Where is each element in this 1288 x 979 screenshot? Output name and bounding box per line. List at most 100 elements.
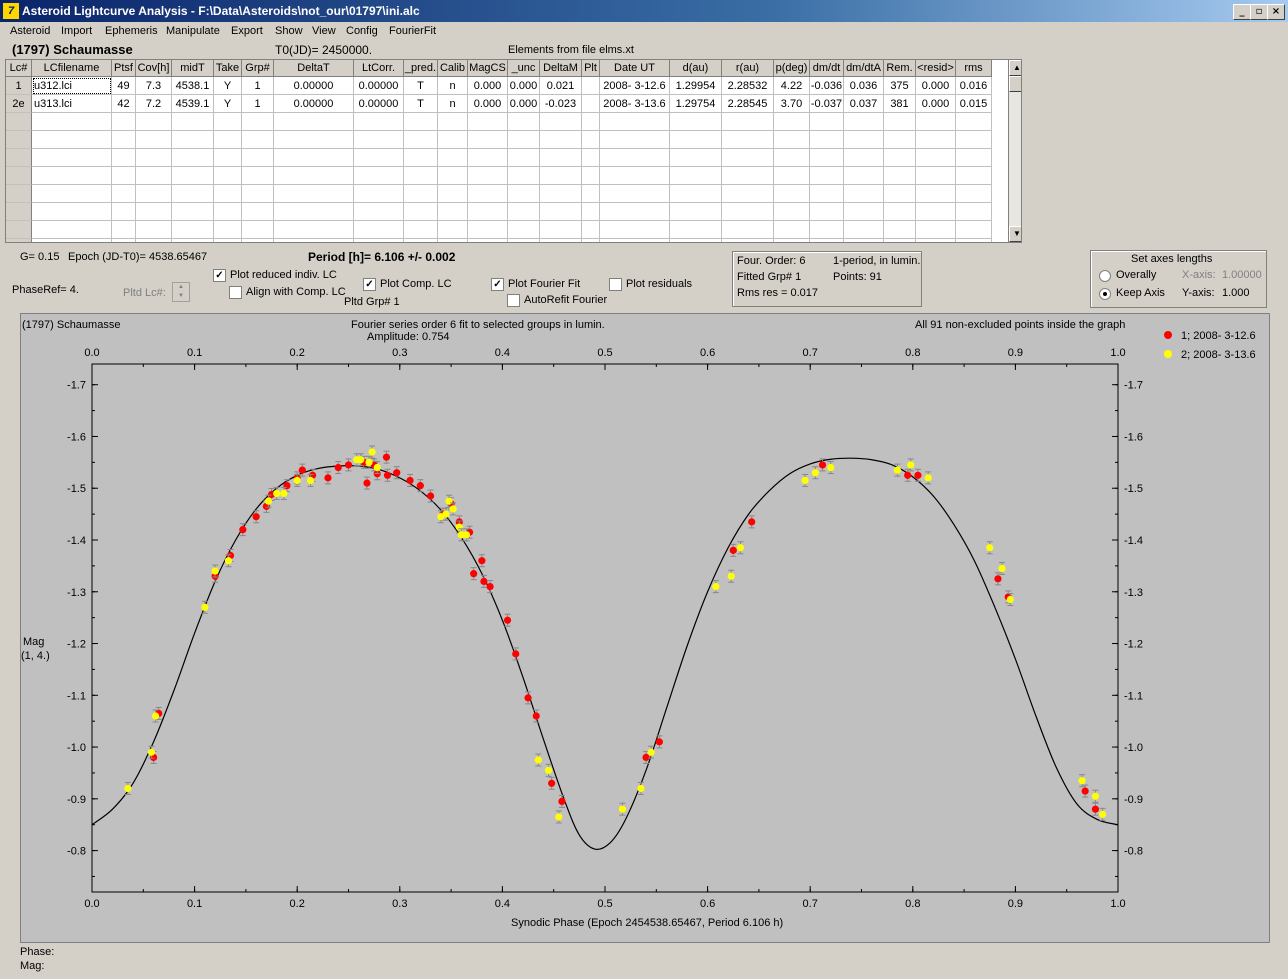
table-cell[interactable] bbox=[354, 203, 404, 221]
data-point-series-2[interactable] bbox=[273, 489, 281, 498]
table-cell[interactable] bbox=[136, 185, 172, 203]
table-cell[interactable] bbox=[582, 221, 600, 239]
col-header[interactable]: d(au) bbox=[670, 60, 722, 77]
table-cell[interactable] bbox=[136, 113, 172, 131]
table-cell[interactable] bbox=[884, 131, 916, 149]
data-point-series-1[interactable] bbox=[334, 463, 342, 472]
table-cell[interactable] bbox=[404, 203, 438, 221]
table-cell[interactable] bbox=[774, 221, 810, 239]
table-cell[interactable] bbox=[670, 239, 722, 242]
data-point-series-2[interactable] bbox=[368, 448, 376, 456]
data-point-series-1[interactable] bbox=[748, 518, 756, 526]
row-header[interactable]: 1 bbox=[6, 77, 32, 95]
table-cell[interactable] bbox=[32, 131, 112, 149]
table-cell[interactable] bbox=[884, 203, 916, 221]
data-point-series-1[interactable] bbox=[914, 471, 922, 479]
table-cell[interactable] bbox=[172, 131, 214, 149]
data-point-series-1[interactable] bbox=[363, 479, 371, 487]
menu-manipulate[interactable]: Manipulate bbox=[166, 25, 220, 37]
table-cell[interactable] bbox=[916, 167, 956, 185]
data-point-series-2[interactable] bbox=[293, 476, 301, 485]
table-cell[interactable]: 0.000 bbox=[916, 77, 956, 95]
data-point-series-2[interactable] bbox=[1078, 777, 1086, 785]
table-cell[interactable] bbox=[508, 203, 540, 221]
table-cell[interactable] bbox=[956, 239, 992, 242]
table-cell[interactable] bbox=[172, 239, 214, 242]
table-cell[interactable] bbox=[438, 203, 468, 221]
table-cell[interactable] bbox=[136, 203, 172, 221]
data-point-series-1[interactable] bbox=[1081, 787, 1089, 795]
yaxis-value[interactable]: 1.000 bbox=[1222, 287, 1250, 299]
table-cell[interactable] bbox=[670, 131, 722, 149]
table-cell[interactable] bbox=[884, 149, 916, 167]
table-cell[interactable] bbox=[956, 131, 992, 149]
data-point-series-2[interactable] bbox=[280, 489, 288, 498]
table-cell[interactable] bbox=[354, 239, 404, 242]
table-cell[interactable] bbox=[508, 113, 540, 131]
table-cell[interactable]: 1 bbox=[242, 95, 274, 113]
table-cell[interactable] bbox=[274, 203, 354, 221]
table-cell[interactable] bbox=[354, 149, 404, 167]
table-cell[interactable] bbox=[32, 113, 112, 131]
menu-export[interactable]: Export bbox=[231, 25, 263, 37]
data-point-series-2[interactable] bbox=[442, 510, 450, 518]
table-cell[interactable] bbox=[774, 167, 810, 185]
table-cell[interactable] bbox=[884, 239, 916, 242]
data-point-series-1[interactable] bbox=[904, 471, 912, 479]
col-header[interactable]: Cov[h] bbox=[136, 60, 172, 77]
table-cell[interactable] bbox=[214, 239, 242, 242]
table-cell[interactable]: 1 bbox=[242, 77, 274, 95]
col-header[interactable]: _pred. bbox=[404, 60, 438, 77]
spin-up-icon[interactable]: ▲ bbox=[173, 283, 189, 292]
table-cell[interactable]: 0.00000 bbox=[274, 95, 354, 113]
table-cell[interactable]: 4539.1 bbox=[172, 95, 214, 113]
table-cell[interactable]: 0.00000 bbox=[354, 95, 404, 113]
data-point-series-2[interactable] bbox=[462, 531, 471, 539]
table-cell[interactable] bbox=[670, 167, 722, 185]
table-cell[interactable]: 0.000 bbox=[508, 95, 540, 113]
table-cell[interactable] bbox=[844, 167, 884, 185]
table-cell[interactable] bbox=[540, 131, 582, 149]
table-cell[interactable] bbox=[112, 149, 136, 167]
table-cell[interactable]: Y bbox=[214, 77, 242, 95]
plot-reduced-checkbox[interactable]: ✓ bbox=[213, 269, 226, 282]
table-cell[interactable]: 0.016 bbox=[956, 77, 992, 95]
table-cell[interactable]: T bbox=[404, 77, 438, 95]
table-cell[interactable] bbox=[354, 185, 404, 203]
table-cell[interactable] bbox=[508, 131, 540, 149]
xaxis-value[interactable]: 1.00000 bbox=[1222, 269, 1262, 281]
table-cell[interactable] bbox=[468, 185, 508, 203]
table-cell[interactable] bbox=[884, 221, 916, 239]
table-cell[interactable] bbox=[722, 185, 774, 203]
col-header[interactable]: Plt bbox=[582, 60, 600, 77]
table-cell[interactable] bbox=[404, 221, 438, 239]
data-point-series-2[interactable] bbox=[647, 748, 655, 756]
data-point-series-2[interactable] bbox=[306, 476, 315, 485]
data-point-series-2[interactable] bbox=[365, 458, 373, 466]
plot-fourier-checkbox[interactable]: ✓ bbox=[491, 278, 504, 291]
data-point-series-2[interactable] bbox=[357, 456, 365, 464]
table-cell[interactable] bbox=[722, 221, 774, 239]
data-point-series-2[interactable] bbox=[637, 784, 645, 793]
data-point-series-1[interactable] bbox=[478, 557, 486, 565]
table-cell[interactable] bbox=[508, 167, 540, 185]
col-header[interactable]: _unc bbox=[508, 60, 540, 77]
col-header[interactable]: midT bbox=[172, 60, 214, 77]
table-cell[interactable] bbox=[214, 221, 242, 239]
table-cell[interactable] bbox=[214, 167, 242, 185]
plot-residuals-checkbox[interactable] bbox=[609, 278, 622, 291]
table-cell[interactable]: 3.70 bbox=[774, 95, 810, 113]
menu-fourierfit[interactable]: FourierFit bbox=[389, 25, 436, 37]
table-cell[interactable] bbox=[810, 149, 844, 167]
table-cell[interactable] bbox=[774, 113, 810, 131]
data-point-series-2[interactable] bbox=[1099, 810, 1107, 818]
table-cell[interactable] bbox=[774, 131, 810, 149]
table-cell[interactable]: 7.3 bbox=[136, 77, 172, 95]
app-icon[interactable]: 7 bbox=[3, 3, 19, 19]
data-point-series-1[interactable] bbox=[480, 577, 488, 586]
table-cell[interactable] bbox=[214, 113, 242, 131]
table-cell[interactable] bbox=[956, 203, 992, 221]
menu-import[interactable]: Import bbox=[61, 25, 92, 37]
table-cell[interactable] bbox=[508, 149, 540, 167]
data-point-series-2[interactable] bbox=[124, 784, 132, 793]
